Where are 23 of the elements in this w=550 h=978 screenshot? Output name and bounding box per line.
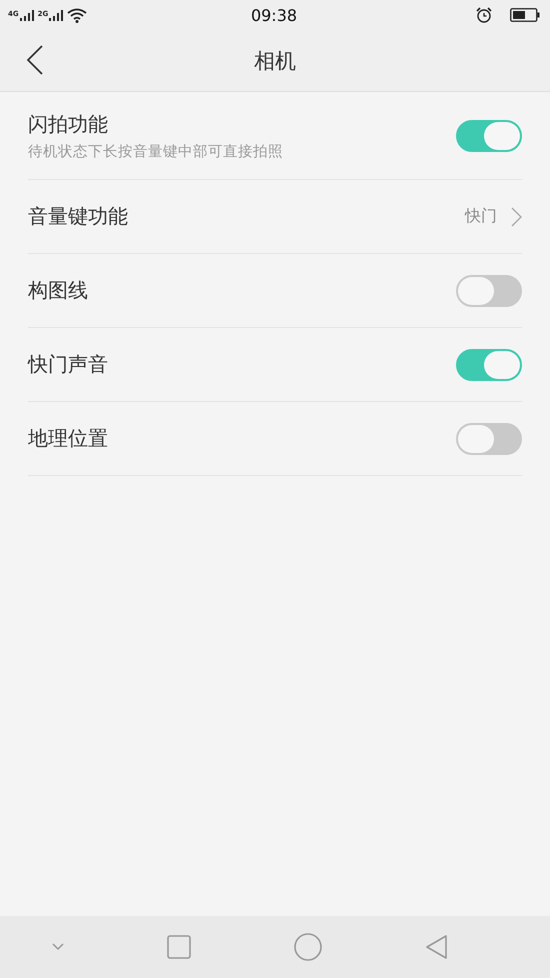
signal-icon [49, 10, 64, 20]
setting-label: 快门声音 [28, 351, 108, 378]
setting-label: 音量键功能 [28, 203, 128, 230]
back-icon[interactable] [424, 934, 448, 960]
toggle-switch[interactable] [456, 120, 522, 152]
recent-apps-icon[interactable] [166, 935, 190, 959]
setting-label: 构图线 [28, 277, 88, 304]
toggle-switch[interactable] [456, 274, 522, 306]
page-title: 相机 [254, 48, 296, 74]
setting-label: 地理位置 [28, 425, 108, 452]
setting-value: 快门 [465, 206, 497, 227]
signal-icon [20, 10, 34, 20]
chevron-right-icon [511, 206, 522, 226]
wifi-icon [67, 8, 88, 22]
setting-description: 待机状态下长按音量键中部可直接拍照 [28, 142, 283, 160]
home-icon[interactable] [294, 933, 322, 961]
battery-icon [510, 8, 540, 22]
toggle-switch[interactable] [456, 422, 522, 454]
setting-label: 闪拍功能 [28, 110, 109, 138]
alarm-icon [476, 7, 492, 23]
chevron-down-icon[interactable] [52, 943, 64, 951]
clock-time: 09:38 [250, 6, 298, 24]
toggle-switch[interactable] [456, 348, 522, 380]
